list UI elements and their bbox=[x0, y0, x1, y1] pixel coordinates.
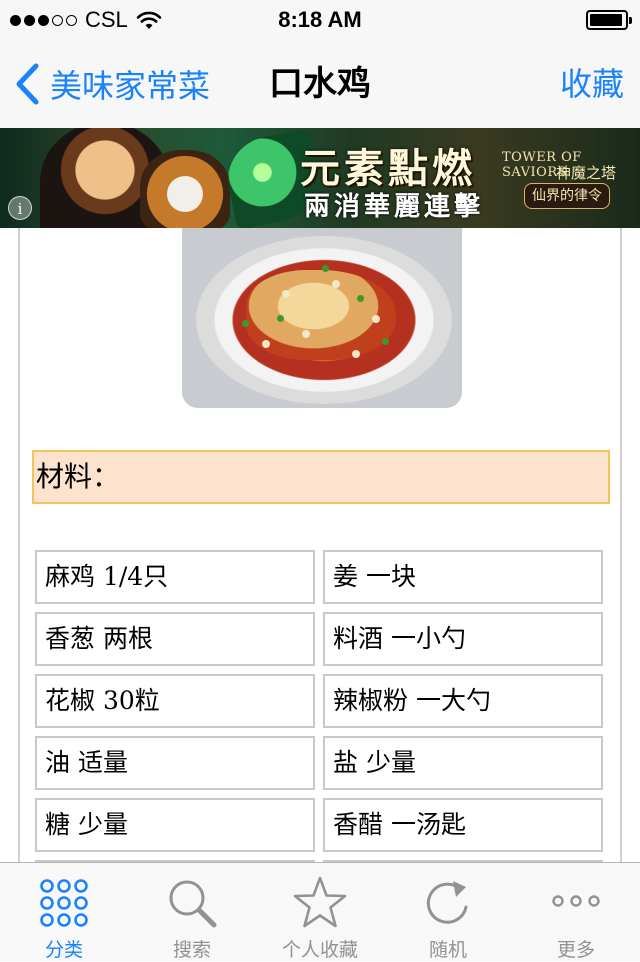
status-bar: CSL 8:18 AM bbox=[0, 0, 640, 40]
tab-label: 更多 bbox=[556, 939, 595, 961]
back-button[interactable]: 美味家常菜 bbox=[14, 40, 210, 128]
tab-search[interactable]: 搜索 bbox=[128, 863, 256, 961]
ingredient-cell: 麻鸡 1/4只 bbox=[35, 550, 315, 604]
ingredient-cell: 姜 一块 bbox=[323, 550, 603, 604]
banner-dog-image bbox=[140, 150, 230, 228]
tab-label: 分类 bbox=[44, 939, 83, 961]
advertisement-banner[interactable]: i 元素點燃 兩消華麗連擊 TOWER OF SAVIORS 神魔之塔 仙界的律… bbox=[0, 128, 640, 228]
ingredient-cell: 油 适量 bbox=[35, 736, 315, 790]
tab-label: 个人收藏 bbox=[281, 939, 358, 961]
ingredient-cell: 盐 少量 bbox=[323, 736, 603, 790]
tab-favorites[interactable]: 个人收藏 bbox=[256, 863, 384, 961]
navigation-bar: 美味家常菜 口水鸡 收藏 bbox=[0, 40, 640, 129]
ingredient-cell: 花椒 30粒 bbox=[35, 674, 315, 728]
tab-random[interactable]: 随机 bbox=[384, 863, 512, 961]
ingredient-cell: 香醋 一汤匙 bbox=[323, 798, 603, 852]
ad-info-icon[interactable]: i bbox=[8, 196, 32, 220]
tab-label: 搜索 bbox=[172, 939, 211, 961]
ingredient-cell: 料酒 一小勺 bbox=[323, 612, 603, 666]
search-icon bbox=[169, 880, 217, 928]
favorite-button[interactable]: 收藏 bbox=[560, 40, 624, 128]
star-icon bbox=[293, 876, 347, 928]
ingredient-cell: 辣椒粉 一大勺 bbox=[323, 674, 603, 728]
chevron-left-icon bbox=[16, 63, 39, 105]
ingredient-cell: 糖 少量 bbox=[35, 798, 315, 852]
battery-icon bbox=[586, 10, 632, 30]
more-icon bbox=[552, 895, 600, 907]
banner-brand-cn: 神魔之塔 bbox=[556, 164, 617, 182]
tab-bar: 分类 搜索 个人收藏 随机 更多 bbox=[0, 862, 640, 961]
banner-tagline: 仙界的律令 bbox=[524, 183, 610, 209]
back-button-label: 美味家常菜 bbox=[50, 67, 211, 105]
dish-photo bbox=[182, 228, 462, 408]
ingredients-table: 麻鸡 1/4只 姜 一块 香葱 两根 料酒 一小勺 花椒 30粒 辣椒粉 一大勺… bbox=[35, 550, 605, 862]
status-time: 8:18 AM bbox=[278, 7, 362, 32]
tab-label: 随机 bbox=[428, 939, 467, 961]
tab-category[interactable]: 分类 bbox=[0, 863, 128, 961]
materials-heading: 材料： bbox=[32, 450, 610, 504]
tab-more[interactable]: 更多 bbox=[512, 863, 640, 961]
banner-subtitle: 兩消華麗連擊 bbox=[304, 192, 485, 222]
ingredient-cell: 香葱 两根 bbox=[35, 612, 315, 666]
recipe-content[interactable]: 材料： 麻鸡 1/4只 姜 一块 香葱 两根 料酒 一小勺 花椒 30粒 辣椒粉… bbox=[18, 228, 622, 862]
grid-icon bbox=[40, 879, 88, 927]
refresh-icon bbox=[426, 881, 468, 924]
